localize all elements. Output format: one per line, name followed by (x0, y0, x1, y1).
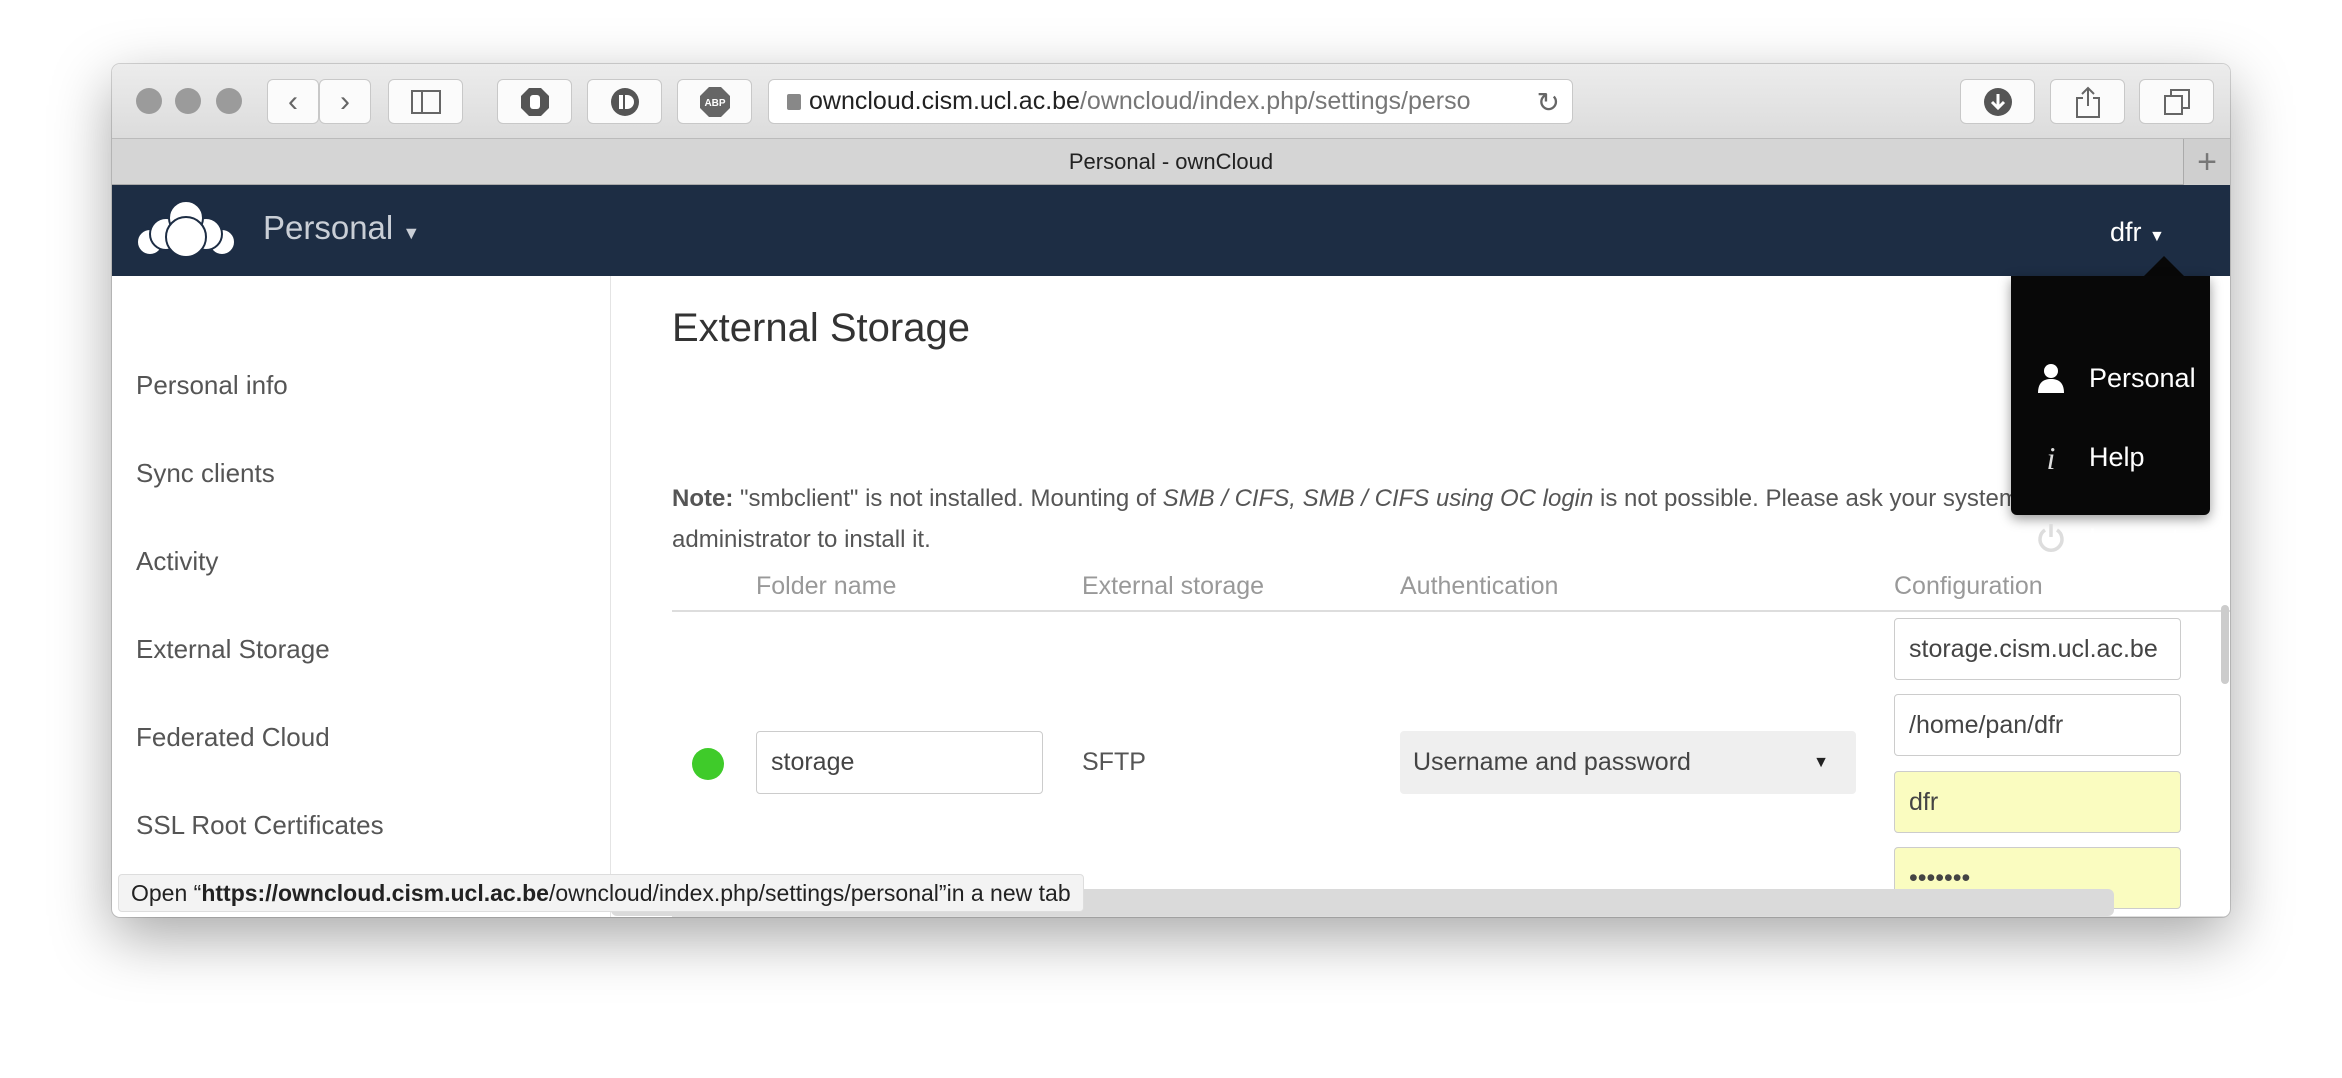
lock-icon (787, 94, 801, 110)
hand-stop-icon (520, 87, 549, 116)
username: dfr (2110, 217, 2142, 247)
download-icon (1983, 87, 2012, 116)
owncloud-logo-icon[interactable] (136, 200, 236, 258)
new-tab-button[interactable]: + (2183, 139, 2230, 185)
ublock-extension-button[interactable] (497, 79, 572, 124)
sidebar-item-external-storage[interactable]: External Storage (136, 634, 330, 665)
close-window-button[interactable] (136, 88, 162, 114)
svg-text:i: i (2047, 441, 2056, 473)
note-text: "smbclient" is not installed. Mounting o… (733, 485, 1163, 512)
column-folder-name: Folder name (756, 572, 897, 600)
note-emphasis: SMB / CIFS, SMB / CIFS using OC login (1162, 485, 1594, 512)
adblock-extension-button[interactable]: ABP (677, 79, 752, 124)
share-icon (2075, 86, 2100, 118)
abp-icon: ABP (699, 86, 730, 117)
back-button[interactable]: ‹ (267, 79, 319, 124)
page-title: External Storage (672, 306, 970, 350)
downloads-button[interactable] (1960, 79, 2035, 124)
tab-title[interactable]: Personal - ownCloud (1069, 149, 1273, 175)
menu-item-logout[interactable]: Log out (2035, 522, 2179, 554)
user-dropdown-menu: Personal i Help Log out (2011, 276, 2210, 553)
note-line-2: administrator to install it. (672, 526, 931, 553)
settings-sidebar: Personal info Sync clients Activity Exte… (112, 276, 611, 917)
app-header: Personal ▼ dfr ▼ (112, 185, 2230, 276)
share-button[interactable] (2050, 79, 2125, 124)
config-host-input[interactable]: storage.cism.ucl.ac.be (1894, 618, 2181, 680)
url-path: /owncloud/index.php/settings/perso (1079, 87, 1471, 115)
app-name: Personal (263, 209, 394, 246)
column-authentication: Authentication (1400, 572, 1559, 600)
power-icon (2038, 524, 2064, 552)
status-text: Open “ (131, 879, 202, 906)
status-host: https://owncloud.cism.ucl.ac.be (201, 879, 549, 906)
sidebar-item-sync-clients[interactable]: Sync clients (136, 458, 275, 489)
1password-extension-button[interactable] (587, 79, 662, 124)
sidebar-item-ssl-root-certificates[interactable]: SSL Root Certificates (136, 810, 384, 841)
main-content: External Storage Note: "smbclient" is no… (611, 276, 2230, 917)
tabs-icon (2163, 88, 2190, 115)
sidebar-item-activity[interactable]: Activity (136, 546, 218, 577)
menu-arrow (2144, 256, 2184, 276)
status-path: /owncloud/index.php/settings/personal” (548, 879, 947, 906)
forward-button[interactable]: › (319, 79, 371, 124)
status-indicator (692, 748, 724, 780)
minimize-window-button[interactable] (175, 88, 201, 114)
folder-name-input[interactable]: storage (756, 731, 1043, 794)
menu-item-help[interactable]: i Help (2035, 441, 2145, 473)
column-external-storage: External storage (1082, 572, 1265, 600)
storage-type: SFTP (1082, 748, 1146, 776)
config-username-input[interactable]: dfr (1894, 771, 2181, 833)
app-menu-toggle[interactable]: Personal ▼ (263, 209, 420, 247)
info-icon: i (2047, 441, 2056, 473)
menu-label: Log out (2089, 522, 2180, 553)
url-host: owncloud.cism.ucl.ac.be (809, 87, 1080, 115)
sidebar-item-federated-cloud[interactable]: Federated Cloud (136, 722, 330, 753)
row-divider (672, 916, 2230, 917)
note-text: is not possible. Please ask your system (1593, 485, 2019, 512)
menu-label: Help (2089, 441, 2145, 472)
tabs-overview-button[interactable] (2139, 79, 2214, 124)
smbclient-note: Note: "smbclient" is not installed. Moun… (672, 485, 2019, 513)
sidebar-item-personal-info[interactable]: Personal info (136, 370, 288, 401)
menu-item-personal[interactable]: Personal (2035, 362, 2196, 394)
browser-window: ‹ › ABP owncloud.cism.ucl.ac.be/owncloud… (112, 64, 2230, 917)
auth-value: Username and password (1413, 748, 1691, 776)
note-label: Note: (672, 485, 734, 512)
tab-bar: Personal - ownCloud (112, 139, 2230, 185)
chevron-left-icon: ‹ (288, 84, 298, 118)
user-icon (2038, 364, 2064, 393)
column-configuration: Configuration (1894, 572, 2043, 600)
chevron-right-icon: › (340, 84, 350, 118)
1password-icon (610, 87, 639, 116)
header-divider (672, 610, 2230, 612)
svg-text:ABP: ABP (704, 98, 725, 109)
config-root-input[interactable]: /home/pan/dfr (1894, 694, 2181, 756)
address-bar[interactable]: owncloud.cism.ucl.ac.be/owncloud/index.p… (768, 79, 1573, 124)
vertical-scrollbar[interactable] (2221, 605, 2229, 684)
caret-down-icon: ▼ (2149, 228, 2165, 245)
sidebar-icon (410, 89, 441, 114)
browser-toolbar: ‹ › ABP owncloud.cism.ucl.ac.be/owncloud… (112, 64, 2230, 139)
link-status-bar: Open “https://owncloud.cism.ucl.ac.be/ow… (118, 874, 1084, 912)
menu-label: Personal (2089, 362, 2196, 393)
status-text: in a new tab (946, 879, 1071, 906)
user-menu-toggle[interactable]: dfr ▼ (2110, 217, 2165, 248)
authentication-select[interactable]: Username and password ▼ (1400, 731, 1856, 794)
sidebar-toggle-button[interactable] (388, 79, 463, 124)
caret-down-icon: ▼ (402, 223, 421, 243)
zoom-window-button[interactable] (216, 88, 242, 114)
caret-down-icon: ▼ (1813, 753, 1829, 771)
reload-icon[interactable]: ↻ (1537, 86, 1560, 119)
